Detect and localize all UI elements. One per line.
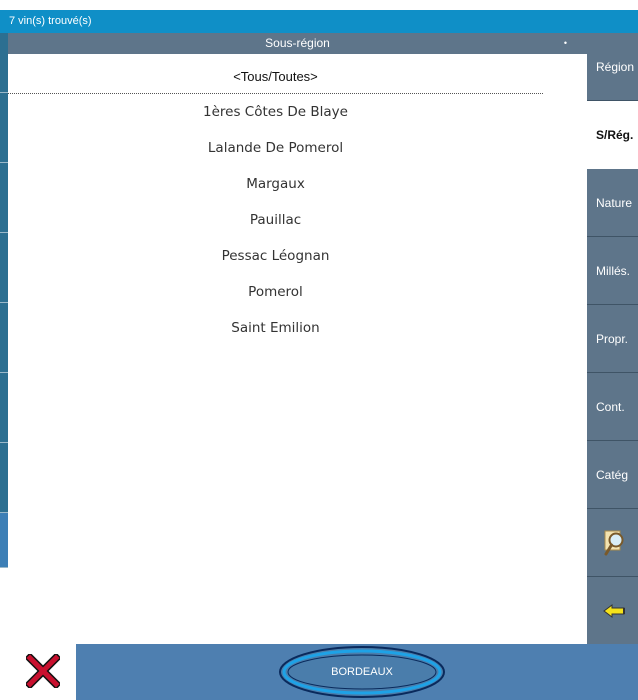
list-item[interactable]: 1ères Côtes De Blaye [8,94,543,130]
back-button[interactable] [587,577,638,645]
tab-millesime-label: Millés. [596,263,631,278]
close-button[interactable] [26,654,60,688]
tab-proprietaire-label: Propr. [596,331,629,346]
region-button[interactable]: BORDEAUX [276,644,448,700]
left-strip-segment[interactable] [0,373,8,443]
tab-categorie-label: Catég [596,467,629,482]
tab-nature-label: Nature [596,195,633,210]
list-item[interactable]: Margaux [8,166,543,202]
tab-proprietaire[interactable]: Propr. [587,305,638,373]
left-strip-segment[interactable] [0,513,8,568]
list-item[interactable]: Pauillac [8,202,543,238]
tab-millesime[interactable]: Millés. [587,237,638,305]
tab-subregion-label: S/Rég. [596,128,634,142]
list-header-title: Sous-région [265,36,330,50]
tab-contenant-label: Cont. [596,399,625,414]
tab-subregion[interactable]: S/Rég. [587,101,638,169]
magnifier-icon [604,530,624,555]
left-edge-strip [0,33,8,643]
tab-region-label: Région [596,59,635,74]
left-strip-segment[interactable] [0,163,8,233]
subregion-list: <Tous/Toutes> 1ères Côtes De Blaye Lalan… [8,54,587,644]
close-icon [26,654,60,688]
bottom-bar: BORDEAUX [76,644,638,700]
list-item[interactable]: Lalande De Pomerol [8,130,543,166]
tab-categorie[interactable]: Catég [587,441,638,509]
left-strip-segment[interactable] [0,303,8,373]
left-strip-segment[interactable] [0,233,8,303]
header-dot-icon: • [563,38,567,48]
list-item-all[interactable]: <Tous/Toutes> [8,60,543,94]
left-strip-segment[interactable] [0,33,8,93]
list-header: Sous-région • [8,33,587,54]
left-strip-segment[interactable] [0,93,8,163]
filter-sidebar: Région S/Rég. Nature Millés. Propr. Cont… [587,33,638,645]
list-item[interactable]: Saint Emilion [8,310,543,346]
region-label: BORDEAUX [331,666,393,678]
tab-region[interactable]: Région [587,33,638,101]
tab-nature[interactable]: Nature [587,169,638,237]
left-strip-segment[interactable] [0,443,8,513]
tab-contenant[interactable]: Cont. [587,373,638,441]
results-count: 7 vin(s) trouvé(s) [9,15,92,27]
arrow-left-icon [603,603,625,618]
status-bar: 7 vin(s) trouvé(s) [0,10,638,33]
list-item[interactable]: Pessac Léognan [8,238,543,274]
search-button[interactable] [587,509,638,577]
list-item[interactable]: Pomerol [8,274,543,310]
